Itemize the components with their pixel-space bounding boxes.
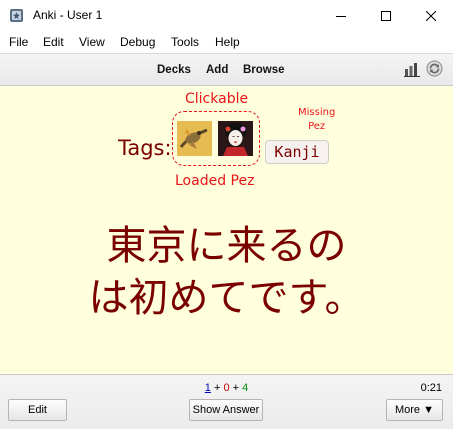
toolbar-add-link[interactable]: Add bbox=[206, 64, 228, 76]
menu-bar: File Edit View Debug Tools Help bbox=[0, 31, 453, 53]
annotation-clickable: Clickable bbox=[185, 91, 249, 107]
menu-file[interactable]: File bbox=[9, 35, 28, 49]
stats-icon[interactable] bbox=[404, 61, 420, 77]
bottom-bar: 1 + 0 + 4 0:21 Edit Show Answer More ▼ bbox=[0, 374, 453, 429]
close-button[interactable] bbox=[408, 0, 453, 31]
title-bar: Anki - User 1 bbox=[0, 0, 453, 31]
due-counts: 1 + 0 + 4 bbox=[0, 382, 453, 394]
main-toolbar: Decks Add Browse bbox=[0, 53, 453, 86]
learning-count: 0 bbox=[223, 382, 230, 394]
annotation-missing-pez: Missing Pez bbox=[298, 107, 336, 132]
tags-label: Tags: bbox=[118, 136, 172, 160]
card-question: 東京に来るの は初めてです。 bbox=[0, 220, 453, 324]
toolbar-browse-link[interactable]: Browse bbox=[243, 64, 285, 76]
menu-edit[interactable]: Edit bbox=[43, 35, 64, 49]
menu-view[interactable]: View bbox=[79, 35, 105, 49]
show-answer-button[interactable]: Show Answer bbox=[189, 399, 263, 421]
toolbar-decks-link[interactable]: Decks bbox=[157, 64, 191, 76]
minimize-button[interactable] bbox=[318, 0, 363, 31]
more-button[interactable]: More ▼ bbox=[386, 399, 443, 421]
minimize-icon bbox=[335, 15, 346, 17]
anki-app-icon bbox=[10, 9, 23, 22]
close-icon bbox=[425, 10, 436, 21]
plus-sep-2: + bbox=[232, 382, 240, 394]
menu-help[interactable]: Help bbox=[215, 35, 240, 49]
menu-debug[interactable]: Debug bbox=[120, 35, 155, 49]
review-count: 4 bbox=[242, 382, 249, 394]
pez-image-geisha[interactable] bbox=[218, 121, 253, 156]
sync-icon[interactable] bbox=[426, 60, 443, 77]
tag-kanji[interactable]: Kanji bbox=[265, 140, 329, 164]
answer-timer: 0:21 bbox=[420, 382, 442, 394]
edit-button[interactable]: Edit bbox=[8, 399, 67, 421]
menu-tools[interactable]: Tools bbox=[171, 35, 199, 49]
new-count: 1 bbox=[204, 382, 211, 394]
pez-image-bird[interactable] bbox=[177, 121, 212, 156]
annotation-loaded-pez: Loaded Pez bbox=[175, 173, 255, 189]
maximize-button[interactable] bbox=[363, 0, 408, 31]
card-review-area: Clickable Missing Pez Loaded Pez Tags: K… bbox=[0, 86, 453, 374]
plus-sep-1: + bbox=[213, 382, 221, 394]
maximize-icon bbox=[380, 10, 391, 21]
question-line-1: 東京に来るの bbox=[106, 223, 347, 269]
question-line-2: は初めてです。 bbox=[88, 275, 365, 321]
window-title: Anki - User 1 bbox=[33, 8, 103, 22]
